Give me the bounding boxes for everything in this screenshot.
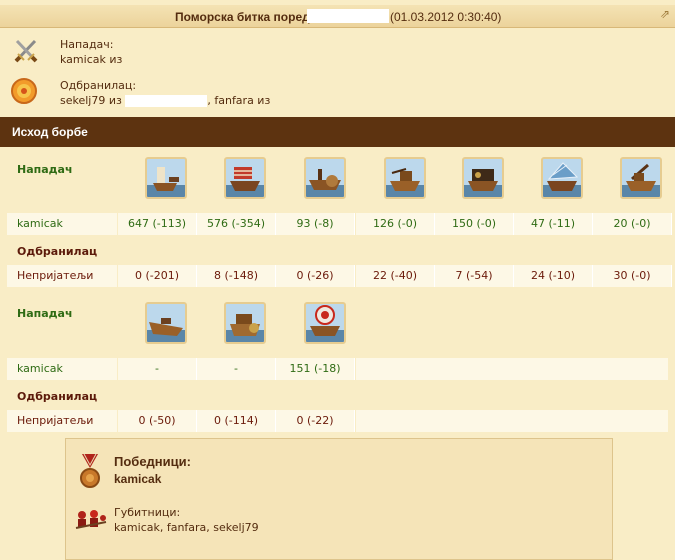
round1-defender-cell-2: 8 (-148)	[197, 265, 276, 287]
balloon-carrier-icon	[306, 305, 344, 342]
round1-attacker-cell-5: 150 (-0)	[435, 213, 514, 235]
corner-arrow-icon[interactable]: ⇗	[660, 7, 670, 21]
round2-attacker-name[interactable]: kamicak	[7, 358, 117, 380]
winners-label: Победници:	[114, 454, 191, 469]
round1-defender-cell-5: 7 (-54)	[435, 265, 514, 287]
round1-unit-5	[462, 157, 504, 199]
round1-attacker-heading: Нападач	[17, 163, 73, 176]
round2-unit-1	[145, 302, 187, 344]
fire-ship-icon	[226, 167, 264, 197]
round1-attacker-name[interactable]: kamicak	[7, 213, 117, 235]
medal-icon	[78, 453, 102, 490]
round1-unit-7	[620, 157, 662, 199]
redacted-location	[307, 9, 389, 23]
round2-defender-cell-2: 0 (-114)	[197, 410, 276, 432]
defender-extra-text[interactable]: , fanfara из	[207, 94, 270, 107]
defender-label: Одбранилац:	[60, 79, 137, 92]
battle-title-bar: Поморска битка поред (01.03.2012 0:30:40…	[0, 5, 675, 28]
round1-unit-1	[145, 157, 187, 199]
round2-attacker-cell-3: 151 (-18)	[276, 358, 355, 380]
defender-name-text[interactable]: sekelj79 из	[60, 94, 122, 107]
round2-attacker-cell-1: -	[118, 358, 197, 380]
battle-result-title: Исход борбе	[12, 125, 88, 139]
round1-attacker-cell-6: 47 (-11)	[514, 213, 593, 235]
round1-attacker-cell-3: 93 (-8)	[276, 213, 355, 235]
round2-attacker-cell-2: -	[197, 358, 276, 380]
round1-defender-cell-1: 0 (-201)	[118, 265, 197, 287]
round1-defender-heading: Одбранилац	[17, 245, 98, 258]
paddle-ship-icon	[306, 169, 344, 197]
battle-title: Поморска битка поред	[175, 10, 310, 24]
attacker-label: Нападач:	[60, 38, 114, 51]
round1-defender-cell-6: 24 (-10)	[514, 265, 593, 287]
round1-defender-cell-7: 30 (-0)	[593, 265, 672, 287]
round2-defender-cell-1: 0 (-50)	[118, 410, 197, 432]
shield-icon	[10, 77, 38, 105]
round2-defender-cell-3: 0 (-22)	[276, 410, 355, 432]
steam-ship-icon	[543, 162, 581, 197]
losers-label: Губитници:	[114, 506, 181, 519]
round1-unit-6	[541, 157, 583, 199]
round2-defender-name: Непријатељи	[7, 410, 117, 432]
round1-attacker-cell-7: 20 (-0)	[593, 213, 672, 235]
battle-outcome-box: Победници: kamicak Губитници: kamicak, f…	[65, 438, 613, 560]
round1-defender-name: Непријатељи	[7, 265, 117, 287]
ram-ship-icon	[147, 167, 185, 197]
attacker-name: kamicak из	[60, 53, 126, 66]
redacted-town	[125, 95, 208, 107]
paddle-speedboat-icon	[226, 314, 264, 342]
winners-names[interactable]: kamicak	[114, 472, 161, 486]
round1-defender-cell-4: 22 (-40)	[356, 265, 435, 287]
round2-unit-3	[304, 302, 346, 344]
crossed-swords-icon	[11, 36, 41, 66]
defender-name-line: sekelj79 из , fanfara из	[60, 94, 270, 107]
round1-attacker-cell-4: 126 (-0)	[356, 213, 435, 235]
round1-unit-4	[384, 157, 426, 199]
round2-attacker-heading: Нападач	[17, 307, 73, 320]
round2-defender-empty-cell	[356, 410, 668, 432]
battle-date: (01.03.2012 0:30:40)	[390, 10, 502, 24]
diving-boat-icon	[147, 318, 185, 342]
round1-defender-cell-3: 0 (-26)	[276, 265, 355, 287]
mortar-ship-icon	[622, 163, 660, 197]
round2-attacker-empty-cell	[356, 358, 668, 380]
round1-attacker-cell-2: 576 (-354)	[197, 213, 276, 235]
fallen-soldiers-icon	[74, 508, 108, 530]
round2-unit-2	[224, 302, 266, 344]
losers-names[interactable]: kamicak, fanfara, sekelj79	[114, 521, 259, 534]
ballista-ship-icon	[386, 168, 424, 197]
attacker-name-text[interactable]: kamicak из	[60, 53, 122, 66]
round1-unit-2	[224, 157, 266, 199]
catapult-ship-icon	[464, 169, 502, 197]
round1-unit-3	[304, 157, 346, 199]
battle-result-bar: Исход борбе	[0, 117, 675, 147]
round2-defender-heading: Одбранилац	[17, 390, 98, 403]
round1-attacker-cell-1: 647 (-113)	[118, 213, 197, 235]
